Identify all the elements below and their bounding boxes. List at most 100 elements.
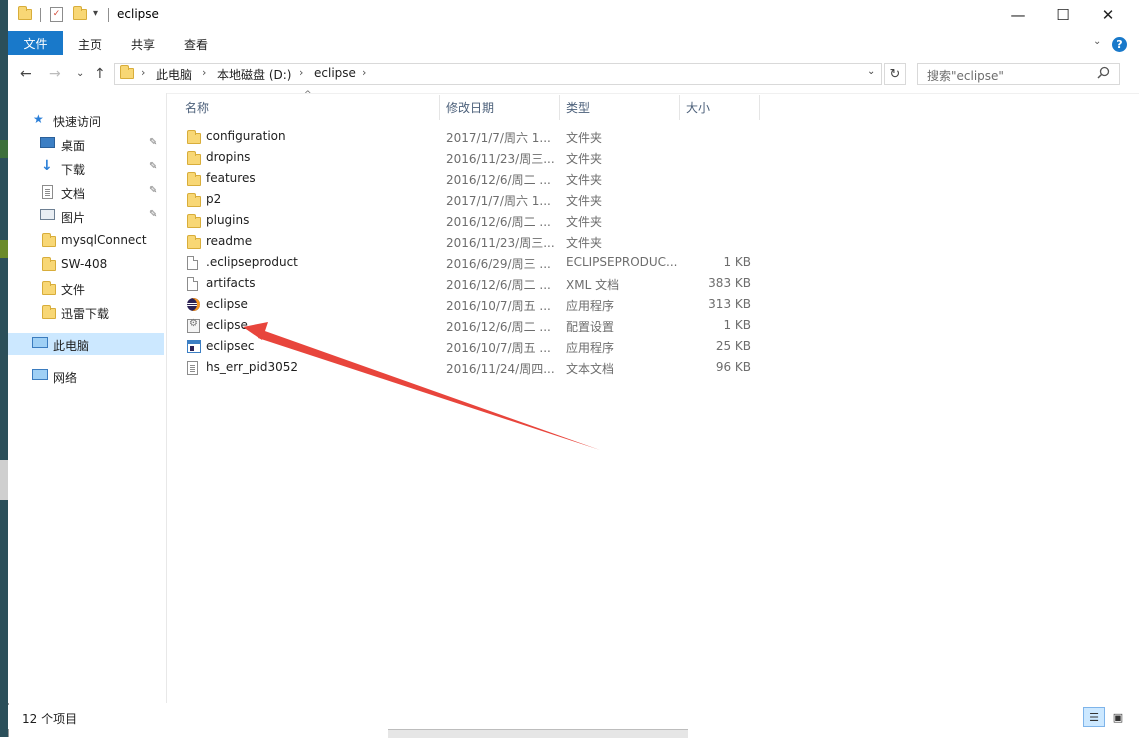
help-icon[interactable]: ? — [1112, 37, 1127, 52]
sidebar-item-thunder-downloads[interactable]: 迅雷下载 — [8, 301, 164, 323]
tab-share[interactable]: 共享 — [131, 36, 155, 53]
file-row[interactable]: dropins 2016/11/23/周三... 文件夹 — [179, 147, 759, 168]
breadcrumb-separator[interactable]: › — [299, 66, 303, 79]
file-size: 25 KB — [715, 339, 751, 353]
breadcrumb-drive-d[interactable]: 本地磁盘 (D:) — [217, 66, 291, 83]
tab-home[interactable]: 主页 — [78, 36, 102, 53]
file-name: p2 — [206, 192, 222, 206]
folder-icon — [187, 214, 201, 228]
address-dropdown-icon[interactable]: ⌄ — [867, 66, 875, 77]
nav-quick-access[interactable]: ★ 快速访问 — [8, 109, 164, 131]
file-date: 2016/6/29/周三 ... — [446, 257, 551, 271]
desktop-icon-fragment — [0, 240, 8, 258]
document-icon — [42, 185, 53, 199]
file-icon — [187, 256, 198, 270]
sidebar-item-documents[interactable]: 文档 ✎ — [8, 181, 164, 203]
window-folder-icon — [18, 6, 32, 23]
new-folder-icon[interactable] — [73, 6, 87, 23]
up-button[interactable]: ↑ — [94, 66, 106, 82]
sidebar-item-pictures[interactable]: 图片 ✎ — [8, 205, 164, 227]
folder-icon — [42, 281, 56, 295]
sidebar-item-downloads[interactable]: ↓ 下载 ✎ — [8, 157, 164, 179]
file-row[interactable]: features 2016/12/6/周二 ... 文件夹 — [179, 168, 759, 189]
file-row[interactable]: readme 2016/11/23/周三... 文件夹 — [179, 231, 759, 252]
column-divider[interactable] — [759, 95, 760, 120]
file-row[interactable]: configuration 2017/1/7/周六 1... 文件夹 — [179, 126, 759, 147]
column-header-date[interactable]: 修改日期 — [440, 98, 559, 120]
file-name: hs_err_pid3052 — [206, 360, 299, 374]
column-header-name[interactable]: 名称 — [179, 98, 439, 120]
file-row[interactable]: .eclipseproduct 2016/6/29/周三 ... ECLIPSEPR… — [179, 252, 759, 273]
column-header-type[interactable]: 类型 — [560, 98, 679, 120]
file-name: eclipse — [206, 297, 248, 311]
breadcrumb-separator[interactable]: › — [362, 66, 366, 79]
sidebar-item-label: 网络 — [53, 371, 78, 385]
file-date: 2017/1/7/周六 1... — [446, 194, 551, 208]
folder-icon — [42, 305, 56, 319]
file-size: 313 KB — [708, 297, 751, 311]
file-size: 1 KB — [723, 255, 751, 269]
sidebar-item-label: 文件 — [61, 283, 86, 297]
file-row[interactable]: eclipse 2016/12/6/周二 ... 配置设置 1 KB — [179, 315, 759, 336]
sidebar-item-files[interactable]: 文件 — [8, 277, 164, 299]
breadcrumb-this-pc[interactable]: 此电脑 — [156, 66, 192, 83]
folder-icon — [187, 193, 201, 207]
large-icons-view-button[interactable]: ▣ — [1107, 707, 1129, 727]
details-view-button[interactable]: ☰ — [1083, 707, 1105, 727]
config-file-icon — [187, 318, 200, 333]
tab-view[interactable]: 查看 — [184, 36, 208, 53]
sidebar-item-this-pc[interactable]: 此电脑 — [8, 333, 164, 355]
file-type: 应用程序 — [566, 341, 615, 355]
file-row[interactable]: plugins 2016/12/6/周二 ... 文件夹 — [179, 210, 759, 231]
sidebar-item-network[interactable]: 网络 — [8, 365, 164, 387]
file-row[interactable]: eclipse 2016/10/7/周五 ... 应用程序 313 KB — [179, 294, 759, 315]
breadcrumb-separator[interactable]: › — [202, 66, 206, 79]
file-type: XML 文档 — [566, 278, 620, 292]
file-row[interactable]: artifacts 2016/12/6/周二 ... XML 文档 383 KB — [179, 273, 759, 294]
minimize-button[interactable]: — — [995, 0, 1041, 30]
back-button[interactable]: ← — [20, 66, 32, 82]
sidebar-item-mysqlconnect[interactable]: mysqlConnect — [8, 229, 164, 251]
close-button[interactable]: ✕ — [1085, 0, 1131, 30]
file-name: eclipse — [206, 318, 248, 332]
breadcrumb-separator[interactable]: › — [141, 66, 145, 79]
column-header-label: 大小 — [686, 101, 711, 115]
file-row[interactable]: hs_err_pid3052 2016/11/24/周四... 文本文档 96 KB — [179, 357, 759, 378]
file-row[interactable]: p2 2017/1/7/周六 1... 文件夹 — [179, 189, 759, 210]
column-header-size[interactable]: 大小 — [680, 98, 759, 120]
folder-icon — [42, 233, 56, 247]
title-separator — [108, 8, 109, 22]
nav-quick-access-label: 快速访问 — [53, 115, 102, 129]
folder-icon — [187, 151, 201, 165]
recent-locations-icon[interactable]: ⌄ — [76, 68, 84, 79]
tab-file[interactable]: 文件 — [8, 31, 63, 55]
sidebar-item-desktop[interactable]: 桌面 ✎ — [8, 133, 164, 155]
column-header-label: 类型 — [566, 101, 591, 115]
file-type: 文件夹 — [566, 215, 603, 229]
file-name: dropins — [206, 150, 251, 164]
quick-access-dropdown-icon[interactable]: ▾ — [93, 8, 98, 19]
sidebar-item-label: 图片 — [61, 211, 86, 225]
file-name: readme — [206, 234, 253, 248]
search-icon[interactable] — [1097, 66, 1110, 83]
title-bar — [8, 0, 1139, 31]
file-icon — [187, 277, 198, 291]
forward-button[interactable]: → — [49, 66, 61, 82]
file-date: 2016/12/6/周二 ... — [446, 215, 551, 229]
file-date: 2016/11/24/周四... — [446, 362, 555, 376]
maximize-button[interactable]: ☐ — [1040, 0, 1086, 30]
download-icon: ↓ — [41, 158, 53, 174]
sidebar-item-label: 桌面 — [61, 139, 86, 153]
breadcrumb-eclipse[interactable]: eclipse — [314, 66, 356, 80]
desktop-icon-fragment — [0, 460, 8, 500]
pin-icon: ✎ — [149, 161, 158, 172]
file-type: 配置设置 — [566, 320, 615, 334]
properties-icon[interactable]: ✓ — [50, 7, 63, 22]
desktop-background — [0, 0, 8, 737]
file-row[interactable]: eclipsec 2016/10/7/周五 ... 应用程序 25 KB — [179, 336, 759, 357]
column-header-label: 修改日期 — [446, 101, 495, 115]
refresh-button[interactable]: ↻ — [884, 63, 906, 85]
sidebar-item-sw-408[interactable]: SW-408 — [8, 253, 164, 275]
ribbon-expand-icon[interactable]: ⌄ — [1093, 36, 1101, 47]
file-date: 2016/10/7/周五 ... — [446, 341, 551, 355]
